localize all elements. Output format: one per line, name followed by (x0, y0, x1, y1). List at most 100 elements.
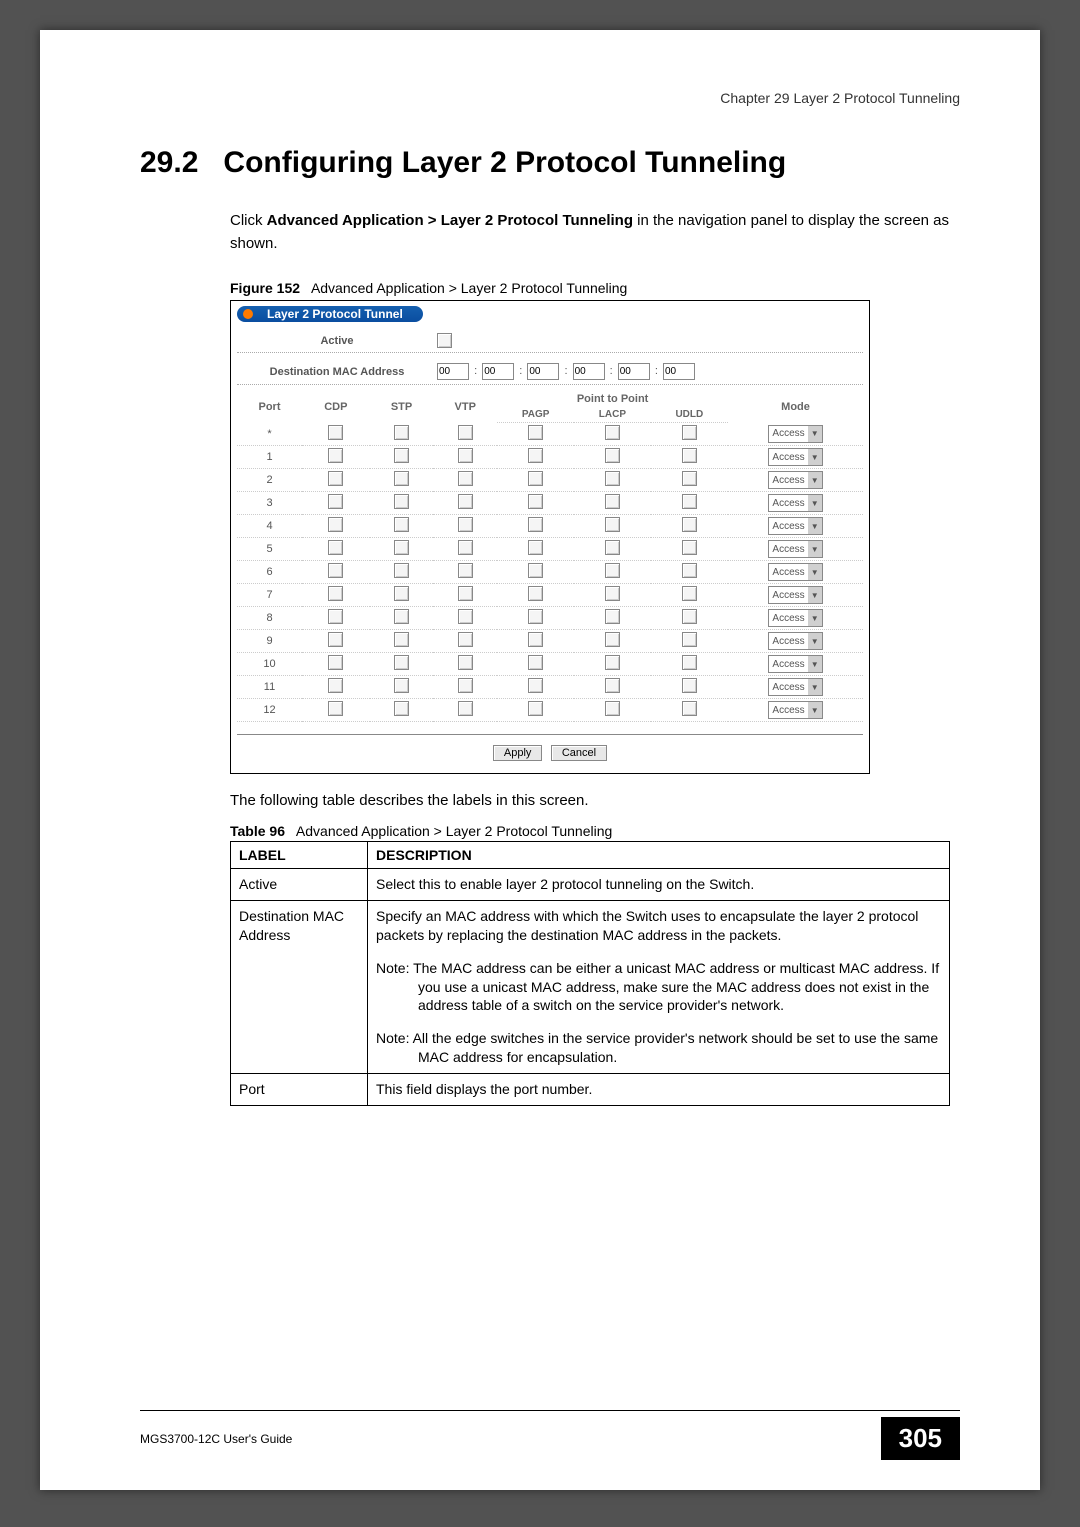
port-checkbox[interactable] (394, 425, 409, 440)
port-checkbox[interactable] (528, 494, 543, 509)
apply-button[interactable]: Apply (493, 745, 543, 761)
port-checkbox[interactable] (328, 632, 343, 647)
port-checkbox[interactable] (458, 586, 473, 601)
port-checkbox[interactable] (682, 586, 697, 601)
mode-select[interactable]: Access▼ (768, 425, 822, 443)
mode-select[interactable]: Access▼ (768, 609, 822, 627)
port-checkbox[interactable] (605, 471, 620, 486)
port-checkbox[interactable] (682, 448, 697, 463)
port-checkbox[interactable] (528, 701, 543, 716)
port-checkbox[interactable] (605, 517, 620, 532)
port-checkbox[interactable] (528, 540, 543, 555)
port-checkbox[interactable] (605, 494, 620, 509)
port-checkbox[interactable] (328, 448, 343, 463)
port-checkbox[interactable] (394, 609, 409, 624)
port-checkbox[interactable] (605, 448, 620, 463)
mode-select[interactable]: Access▼ (768, 655, 822, 673)
port-checkbox[interactable] (394, 655, 409, 670)
port-checkbox[interactable] (328, 471, 343, 486)
port-checkbox[interactable] (458, 448, 473, 463)
port-checkbox[interactable] (394, 517, 409, 532)
mode-select[interactable]: Access▼ (768, 540, 822, 558)
port-checkbox[interactable] (458, 632, 473, 647)
port-checkbox[interactable] (394, 448, 409, 463)
mac-octet-1[interactable] (437, 363, 469, 380)
port-checkbox[interactable] (682, 517, 697, 532)
mode-select[interactable]: Access▼ (768, 678, 822, 696)
mac-octet-4[interactable] (573, 363, 605, 380)
mode-select[interactable]: Access▼ (768, 448, 822, 466)
port-checkbox[interactable] (458, 540, 473, 555)
port-checkbox[interactable] (458, 494, 473, 509)
active-checkbox[interactable] (437, 333, 452, 348)
port-checkbox[interactable] (682, 425, 697, 440)
port-checkbox[interactable] (605, 655, 620, 670)
mode-select[interactable]: Access▼ (768, 586, 822, 604)
port-checkbox[interactable] (605, 632, 620, 647)
mode-select[interactable]: Access▼ (768, 494, 822, 512)
port-checkbox[interactable] (328, 586, 343, 601)
port-checkbox[interactable] (605, 586, 620, 601)
port-checkbox[interactable] (328, 425, 343, 440)
port-checkbox[interactable] (328, 655, 343, 670)
mac-octet-2[interactable] (482, 363, 514, 380)
mode-select[interactable]: Access▼ (768, 563, 822, 581)
port-checkbox[interactable] (528, 655, 543, 670)
port-checkbox[interactable] (528, 609, 543, 624)
port-checkbox[interactable] (528, 517, 543, 532)
mode-select[interactable]: Access▼ (768, 517, 822, 535)
mode-select[interactable]: Access▼ (768, 471, 822, 489)
port-checkbox[interactable] (605, 425, 620, 440)
port-checkbox[interactable] (682, 494, 697, 509)
mode-select[interactable]: Access▼ (768, 632, 822, 650)
mac-octet-6[interactable] (663, 363, 695, 380)
cancel-button[interactable]: Cancel (551, 745, 607, 761)
port-checkbox[interactable] (394, 540, 409, 555)
port-checkbox[interactable] (528, 586, 543, 601)
port-checkbox[interactable] (328, 494, 343, 509)
port-checkbox[interactable] (394, 701, 409, 716)
port-checkbox[interactable] (605, 678, 620, 693)
mac-octet-3[interactable] (527, 363, 559, 380)
port-checkbox[interactable] (458, 701, 473, 716)
port-checkbox[interactable] (458, 609, 473, 624)
port-checkbox[interactable] (528, 425, 543, 440)
port-checkbox[interactable] (458, 517, 473, 532)
mac-octet-5[interactable] (618, 363, 650, 380)
port-checkbox[interactable] (394, 632, 409, 647)
port-checkbox[interactable] (394, 471, 409, 486)
port-checkbox[interactable] (394, 494, 409, 509)
port-checkbox[interactable] (328, 701, 343, 716)
port-checkbox[interactable] (328, 563, 343, 578)
mode-select[interactable]: Access▼ (768, 701, 822, 719)
port-checkbox[interactable] (682, 540, 697, 555)
port-checkbox[interactable] (528, 448, 543, 463)
port-checkbox[interactable] (328, 609, 343, 624)
port-checkbox[interactable] (458, 563, 473, 578)
port-checkbox[interactable] (682, 655, 697, 670)
port-checkbox[interactable] (458, 471, 473, 486)
port-checkbox[interactable] (328, 678, 343, 693)
port-checkbox[interactable] (394, 563, 409, 578)
port-checkbox[interactable] (528, 563, 543, 578)
port-checkbox[interactable] (682, 563, 697, 578)
port-checkbox[interactable] (328, 517, 343, 532)
port-checkbox[interactable] (458, 655, 473, 670)
port-checkbox[interactable] (605, 701, 620, 716)
port-checkbox[interactable] (394, 678, 409, 693)
port-checkbox[interactable] (458, 678, 473, 693)
port-checkbox[interactable] (528, 678, 543, 693)
port-checkbox[interactable] (328, 540, 343, 555)
port-checkbox[interactable] (528, 471, 543, 486)
port-checkbox[interactable] (682, 632, 697, 647)
port-checkbox[interactable] (605, 609, 620, 624)
port-checkbox[interactable] (682, 471, 697, 486)
port-checkbox[interactable] (605, 563, 620, 578)
port-checkbox[interactable] (682, 609, 697, 624)
port-checkbox[interactable] (458, 425, 473, 440)
port-checkbox[interactable] (682, 678, 697, 693)
port-checkbox[interactable] (394, 586, 409, 601)
port-checkbox[interactable] (528, 632, 543, 647)
port-checkbox[interactable] (682, 701, 697, 716)
port-checkbox[interactable] (605, 540, 620, 555)
